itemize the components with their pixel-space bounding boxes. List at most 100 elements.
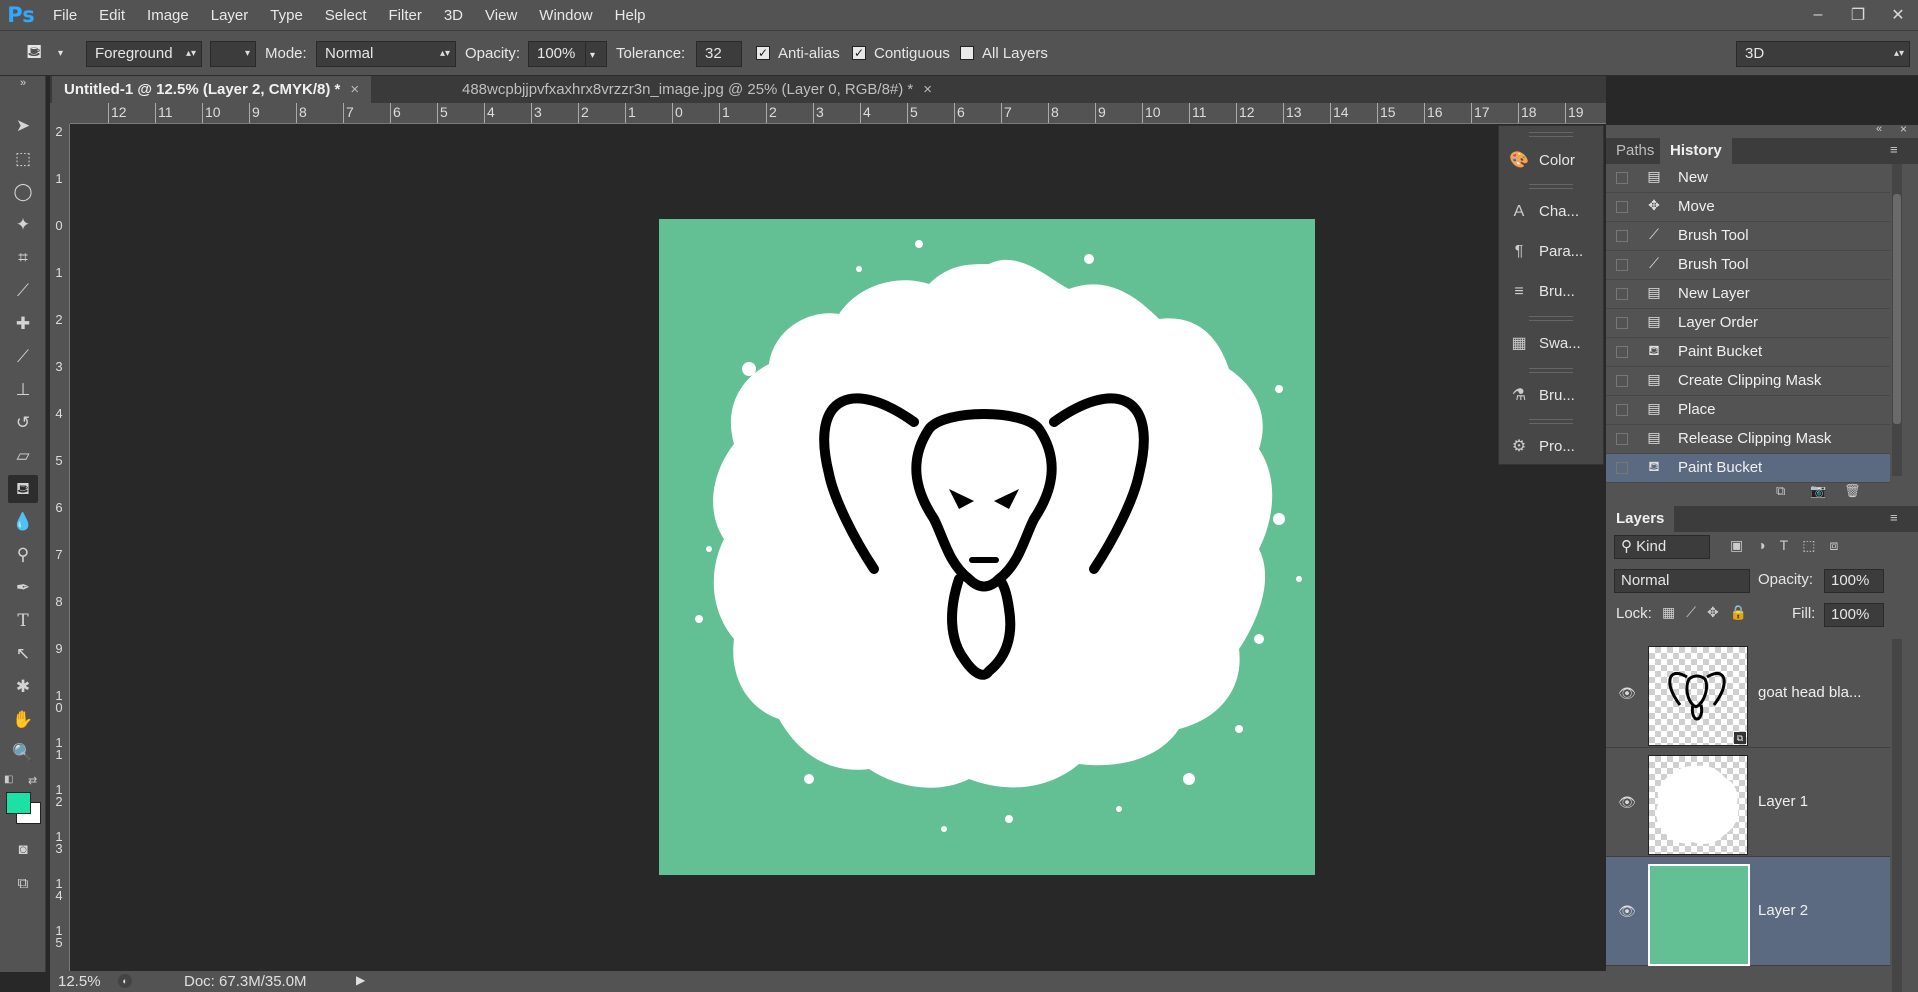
lock-icons[interactable]: ▦⟋✥🔒 (1662, 604, 1758, 621)
menu-window[interactable]: Window (528, 7, 603, 24)
status-info-icon[interactable]: ◐ (118, 974, 132, 988)
history-item[interactable]: ⛾ Paint Bucket (1606, 338, 1890, 367)
crop-tool-icon[interactable]: ⌗ (8, 244, 38, 272)
anti-alias-checkbox[interactable]: ✓ (756, 46, 770, 60)
menu-image[interactable]: Image (136, 7, 200, 24)
close-tab-icon[interactable]: × (923, 81, 932, 98)
layer-row-layer-2[interactable]: 👁 Layer 2 (1606, 857, 1890, 966)
ruler-origin[interactable] (50, 103, 70, 124)
swatches-panel-button[interactable]: ▦ Swa... (1499, 325, 1605, 363)
menu-type[interactable]: Type (259, 7, 314, 24)
quick-mask-icon[interactable]: ◙ (8, 836, 38, 864)
magic-wand-tool-icon[interactable]: ✦ (8, 211, 38, 239)
expand-panels-icon[interactable]: « (1876, 123, 1882, 135)
brush-presets-panel-button[interactable]: ≡ Bru... (1499, 273, 1605, 311)
layer-row-layer-1[interactable]: 👁 Layer 1 (1606, 748, 1890, 857)
history-item[interactable]: ▤ New Layer (1606, 280, 1890, 309)
eye-icon[interactable]: 👁 (1618, 794, 1636, 811)
menu-3d[interactable]: 3D (433, 7, 474, 24)
menu-view[interactable]: View (474, 7, 528, 24)
layers-scrollbar[interactable] (1892, 639, 1902, 992)
screen-mode-icon[interactable]: ⧉ (8, 870, 38, 898)
snapshot-camera-icon[interactable]: 📷 (1810, 483, 1826, 499)
pattern-picker[interactable]: ▾ (210, 41, 256, 67)
layer-opacity-input[interactable]: 100% (1824, 569, 1884, 593)
hand-tool-icon[interactable]: ✋ (8, 706, 38, 734)
history-item-current[interactable]: ⛾ Paint Bucket (1606, 454, 1890, 483)
blend-mode-select[interactable]: Normal (1614, 569, 1750, 593)
clone-stamp-tool-icon[interactable]: ⊥ (8, 376, 38, 404)
menu-file[interactable]: File (42, 7, 88, 24)
history-item[interactable]: ▤ Release Clipping Mask (1606, 425, 1890, 454)
close-button[interactable]: ✕ (1878, 5, 1918, 25)
character-panel-button[interactable]: A Cha... (1499, 193, 1605, 231)
dodge-tool-icon[interactable]: ⚲ (8, 541, 38, 569)
brush-panel-button[interactable]: ⚗ Bru... (1499, 377, 1605, 415)
zoom-level[interactable]: 12.5% (58, 973, 101, 990)
status-menu-arrow-icon[interactable]: ▶ (356, 973, 365, 987)
layer-row-goat[interactable]: 👁 ⧉ goat head bla... (1606, 639, 1890, 748)
custom-shape-tool-icon[interactable]: ✱ (8, 673, 38, 701)
color-panel-button[interactable]: 🎨 Color (1499, 142, 1605, 180)
history-item[interactable]: ▤ Layer Order (1606, 309, 1890, 338)
paint-bucket-tool-icon[interactable]: ⛾ (26, 39, 42, 65)
panel-menu-icon[interactable]: ≡ (1890, 510, 1898, 525)
properties-panel-button[interactable]: ⚙ Pro... (1499, 428, 1605, 466)
tab-image-jpg[interactable]: 488wcpbjjpvfxaxhrx8vrzzr3n_image.jpg @ 2… (450, 76, 944, 103)
history-brush-tool-icon[interactable]: ↺ (8, 409, 38, 437)
swap-colors-icon[interactable]: ⇄ (28, 774, 37, 787)
new-document-from-state-icon[interactable]: ⧉ (1776, 483, 1785, 499)
healing-brush-tool-icon[interactable]: ✚ (8, 310, 38, 338)
eraser-tool-icon[interactable]: ▱ (8, 442, 38, 470)
type-tool-icon[interactable]: T (8, 607, 38, 635)
tab-untitled-1[interactable]: Untitled-1 @ 12.5% (Layer 2, CMYK/8) * × (52, 76, 372, 103)
marquee-tool-icon[interactable]: ⬚ (8, 145, 38, 173)
layer-filter-select[interactable]: ⚲ Kind (1614, 535, 1710, 559)
menu-filter[interactable]: Filter (378, 7, 433, 24)
path-selection-tool-icon[interactable]: ↖ (8, 640, 38, 668)
contiguous-checkbox[interactable]: ✓ (852, 46, 866, 60)
eye-icon[interactable]: 👁 (1618, 685, 1636, 702)
default-colors-icon[interactable]: ◧ (4, 774, 13, 785)
menu-layer[interactable]: Layer (200, 7, 260, 24)
workspace-select[interactable]: 3D ▴▾ (1736, 41, 1910, 67)
history-item[interactable]: ✥ Move (1606, 193, 1890, 222)
tolerance-input[interactable]: 32 (696, 41, 742, 67)
pen-tool-icon[interactable]: ✒ (8, 574, 38, 602)
restore-button[interactable]: ❐ (1838, 5, 1878, 25)
tab-layers[interactable]: Layers (1606, 506, 1675, 532)
all-layers-checkbox[interactable] (960, 46, 974, 60)
menu-help[interactable]: Help (604, 7, 657, 24)
history-scroll-thumb[interactable] (1893, 194, 1901, 424)
history-item[interactable]: ▤ Create Clipping Mask (1606, 367, 1890, 396)
collapse-toolbar-icon[interactable]: » (8, 76, 38, 90)
menu-select[interactable]: Select (314, 7, 378, 24)
paint-bucket-tool-icon[interactable]: ⛾ (8, 475, 38, 503)
tool-preset-chevron-icon[interactable]: ▾ (58, 41, 63, 67)
zoom-tool-icon[interactable]: 🔍 (8, 739, 38, 767)
layer-filter-icons[interactable]: ▣◑T⬚⧈ (1730, 537, 1852, 554)
history-scrollbar[interactable] (1892, 164, 1902, 476)
lasso-tool-icon[interactable]: ◯ (8, 178, 38, 206)
blur-tool-icon[interactable]: 💧 (8, 508, 38, 536)
opacity-dropdown-button[interactable]: ▾ (585, 41, 607, 67)
panel-menu-icon[interactable]: ≡ (1890, 142, 1898, 157)
history-item[interactable]: ▤ New (1606, 164, 1890, 193)
paragraph-panel-button[interactable]: ¶ Para... (1499, 233, 1605, 271)
history-item[interactable]: ⟋ Brush Tool (1606, 222, 1890, 251)
document-canvas[interactable] (659, 219, 1315, 875)
fill-source-select[interactable]: Foreground ▴▾ (86, 41, 202, 67)
move-tool-icon[interactable]: ➤ (8, 112, 38, 140)
close-panels-icon[interactable]: × (1900, 122, 1907, 136)
eye-icon[interactable]: 👁 (1618, 903, 1636, 920)
opacity-input[interactable]: 100% (528, 41, 586, 67)
tab-paths[interactable]: Paths (1606, 138, 1664, 164)
layer-fill-input[interactable]: 100% (1824, 603, 1884, 627)
history-item[interactable]: ⟋ Brush Tool (1606, 251, 1890, 280)
tab-history[interactable]: History (1660, 138, 1732, 164)
menu-edit[interactable]: Edit (88, 7, 136, 24)
eyedropper-tool-icon[interactable]: ⟋ (8, 277, 38, 305)
trash-icon[interactable]: 🗑 (1844, 483, 1861, 499)
foreground-color-swatch[interactable] (6, 792, 31, 814)
close-tab-icon[interactable]: × (350, 81, 359, 98)
